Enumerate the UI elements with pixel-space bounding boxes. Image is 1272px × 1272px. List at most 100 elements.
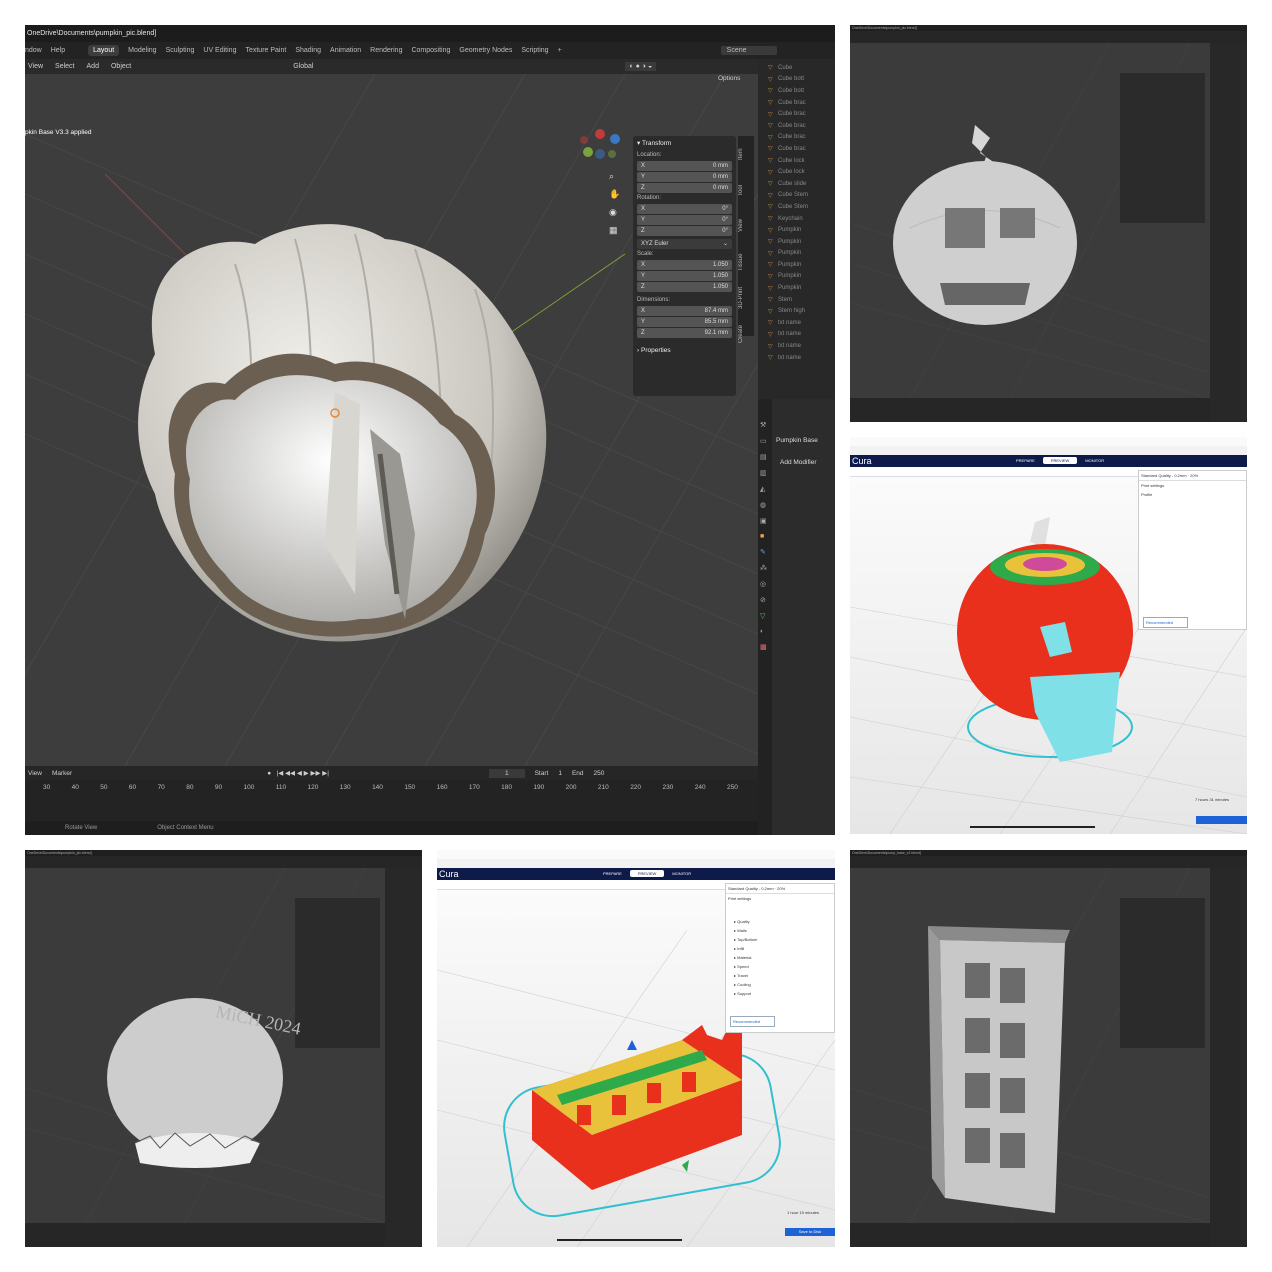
- timeline-ruler[interactable]: 30 40 50 60 70 80 90 100 110 120 130 140 150 160 170 18…: [25, 780, 758, 791]
- menu-window[interactable]: ndow: [25, 47, 42, 54]
- stage-monitor[interactable]: MONITOR: [664, 870, 699, 877]
- location-x-field[interactable]: X0 mm: [637, 160, 732, 171]
- save-to-disk-button[interactable]: Save to Disk: [785, 1228, 835, 1236]
- scale-z-field[interactable]: Z 1.050: [637, 281, 732, 292]
- workspace-tab-sculpting[interactable]: Sculpting: [166, 47, 195, 54]
- tab-tissue[interactable]: Tissue: [738, 244, 744, 280]
- workspace-tab-animation[interactable]: Animation: [330, 47, 361, 54]
- workspace-tab-texture-paint[interactable]: Texture Paint: [245, 47, 286, 54]
- tab-item[interactable]: Item: [738, 136, 744, 172]
- properties-section-header[interactable]: › Properties: [633, 344, 736, 357]
- menu-select[interactable]: Select: [55, 63, 74, 70]
- transform-section-header[interactable]: ▾ Transform: [633, 136, 736, 150]
- scene-selector[interactable]: Scene: [720, 46, 777, 55]
- dimension-y-field[interactable]: Y 85.5 mm: [637, 316, 732, 327]
- grid-view-icon[interactable]: ▦: [609, 225, 620, 236]
- workspace-tab-layout[interactable]: Layout: [88, 45, 120, 56]
- object-icon[interactable]: ■: [760, 533, 770, 540]
- dimension-x-field[interactable]: X 87.4 mm: [637, 305, 732, 316]
- workspace-tab-shading[interactable]: Shading: [295, 47, 321, 54]
- workspace-tab-rendering[interactable]: Rendering: [370, 47, 402, 54]
- setting-category[interactable]: ▸ Support: [734, 989, 830, 998]
- outliner-item[interactable]: Cube Stem: [758, 201, 835, 213]
- end-frame-field[interactable]: 250: [594, 770, 605, 777]
- stage-preview[interactable]: PREVIEW: [1042, 457, 1078, 464]
- setting-category[interactable]: ▸ Cooling: [734, 980, 830, 989]
- outliner-item[interactable]: Pumpkin: [758, 236, 835, 248]
- zoom-icon[interactable]: ⌕: [609, 171, 620, 182]
- outliner-item[interactable]: Keychain: [758, 213, 835, 225]
- 3d-viewport[interactable]: pkin Base V3.3 applied ⌕ ✋ ◉ ▦ Options ▾…: [25, 74, 758, 766]
- layer-slider[interactable]: [970, 826, 1095, 828]
- slice-button[interactable]: [1196, 816, 1247, 824]
- shading-buttons[interactable]: ◐ ● ◑ ◒: [625, 62, 657, 71]
- location-z-field[interactable]: Z0 mm: [637, 182, 732, 193]
- scale-x-field[interactable]: X 1.050: [637, 259, 732, 270]
- world-icon[interactable]: ◍: [760, 501, 770, 509]
- camera-icon[interactable]: ◉: [609, 207, 620, 218]
- setting-category[interactable]: ▸ Travel: [734, 971, 830, 980]
- tab-tool[interactable]: Tool: [738, 172, 744, 208]
- setting-category[interactable]: ▸ Top/Bottom: [734, 935, 830, 944]
- profile-summary[interactable]: Standard Quality - 0.2mm · 20%: [1139, 471, 1246, 481]
- timeline-menu-view[interactable]: View: [28, 770, 42, 777]
- layer-slider[interactable]: [557, 1239, 682, 1241]
- tab-view[interactable]: View: [738, 208, 744, 244]
- setting-category[interactable]: ▸ Material: [734, 953, 830, 962]
- outliner-item[interactable]: Cube brac: [758, 143, 835, 155]
- stage-preview[interactable]: PREVIEW: [629, 870, 665, 877]
- outliner-item[interactable]: Cube brac: [758, 108, 835, 120]
- setting-category[interactable]: ▸ Walls: [734, 926, 830, 935]
- stage-monitor[interactable]: MONITOR: [1077, 457, 1112, 464]
- setting-category[interactable]: ▸ Speed: [734, 962, 830, 971]
- outliner-item[interactable]: Cube slide: [758, 178, 835, 190]
- outliner-item[interactable]: txt name: [758, 317, 835, 329]
- tab-create[interactable]: Create: [738, 316, 744, 352]
- workspace-tab-uv-editing[interactable]: UV Editing: [203, 47, 236, 54]
- workspace-tab-modeling[interactable]: Modeling: [128, 47, 156, 54]
- outliner-item[interactable]: Cube brac: [758, 120, 835, 132]
- scene-icon[interactable]: ◭: [760, 485, 770, 493]
- add-modifier-button[interactable]: Add Modifier: [780, 459, 817, 466]
- collection-icon[interactable]: ▣: [760, 517, 770, 525]
- recommended-button[interactable]: Recommended: [730, 1016, 775, 1027]
- outliner-item[interactable]: Cube lock: [758, 155, 835, 167]
- constraints-icon[interactable]: ⊘: [760, 596, 770, 604]
- outliner-item[interactable]: Stem: [758, 294, 835, 306]
- modifier-wrench-icon[interactable]: ✎: [760, 548, 770, 556]
- outliner-item[interactable]: Pumpkin: [758, 271, 835, 283]
- view-layer-icon[interactable]: ▥: [760, 469, 770, 477]
- outliner-item[interactable]: Stem high: [758, 305, 835, 317]
- rotation-z-field[interactable]: Z 0°: [637, 225, 732, 236]
- current-frame-field[interactable]: 1: [488, 768, 525, 778]
- outliner-item[interactable]: txt name: [758, 340, 835, 352]
- rotation-x-field[interactable]: X 0°: [637, 203, 732, 214]
- setting-category[interactable]: ▸ Quality: [734, 917, 830, 926]
- outliner-item[interactable]: Cube bott: [758, 74, 835, 86]
- tab-3d-print[interactable]: 3D-Print: [738, 280, 744, 316]
- outliner-item[interactable]: Cube brac: [758, 97, 835, 109]
- workspace-tab-compositing[interactable]: Compositing: [411, 47, 450, 54]
- outliner-item[interactable]: Pumpkin: [758, 224, 835, 236]
- add-workspace-icon[interactable]: +: [558, 47, 562, 54]
- options-dropdown[interactable]: Options: [718, 75, 740, 82]
- rotation-y-field[interactable]: Y 0°: [637, 214, 732, 225]
- workspace-tab-geometry-nodes[interactable]: Geometry Nodes: [459, 47, 512, 54]
- render-icon[interactable]: ▭: [760, 437, 770, 445]
- menu-view[interactable]: View: [28, 63, 43, 70]
- dimension-z-field[interactable]: Z 92.1 mm: [637, 327, 732, 338]
- outliner-item[interactable]: Cube Stem: [758, 190, 835, 202]
- material-icon[interactable]: ◐: [760, 628, 770, 635]
- recommended-button[interactable]: Recommended: [1143, 617, 1188, 628]
- scale-y-field[interactable]: Y 1.050: [637, 270, 732, 281]
- orientation-dropdown[interactable]: Global: [293, 63, 313, 70]
- tool-icon[interactable]: ⚒: [760, 421, 770, 429]
- timeline-menu-marker[interactable]: Marker: [52, 770, 72, 777]
- menu-object[interactable]: Object: [111, 63, 131, 70]
- stage-prepare[interactable]: PREPARE: [1008, 457, 1043, 464]
- outliner-item[interactable]: txt name: [758, 352, 835, 364]
- outliner-item[interactable]: txt name: [758, 329, 835, 341]
- outliner-item[interactable]: Pumpkin: [758, 259, 835, 271]
- profile-summary[interactable]: Standard Quality - 0.2mm · 20%: [726, 884, 834, 894]
- location-y-field[interactable]: Y0 mm: [637, 171, 732, 182]
